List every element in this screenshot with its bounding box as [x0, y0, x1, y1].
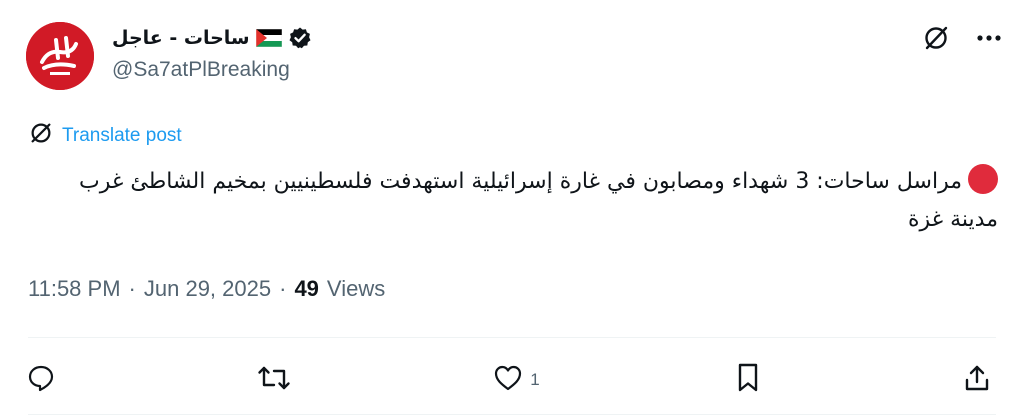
repost-icon	[257, 363, 291, 398]
sahat-logo-icon	[26, 22, 94, 90]
post-time[interactable]: 11:58 PM	[28, 276, 121, 302]
repost-button[interactable]	[257, 363, 297, 398]
author-handle[interactable]: @Sa7atPlBreaking	[112, 58, 290, 82]
translate-post-link[interactable]: Translate post	[28, 120, 182, 152]
post-meta: 11:58 PM · Jun 29, 2025 · 49 Views	[28, 276, 385, 302]
share-button[interactable]	[962, 363, 998, 398]
more-options-icon[interactable]	[976, 34, 1002, 42]
bookmark-icon	[735, 362, 761, 399]
reply-icon	[26, 363, 56, 398]
translate-post-label: Translate post	[62, 125, 182, 146]
like-count: 1	[530, 370, 540, 389]
post-action-bar: 1	[26, 360, 998, 400]
palestine-flag-icon	[255, 28, 282, 48]
post-text: مراسل ساحات: 3 شهداء ومصابون في غارة إسر…	[38, 163, 998, 239]
heart-icon	[492, 363, 524, 398]
grok-icon[interactable]	[922, 24, 950, 52]
author-avatar[interactable]	[26, 22, 94, 90]
verified-badge-icon[interactable]	[288, 26, 312, 50]
reply-button[interactable]	[26, 363, 62, 398]
views-count: 49	[294, 276, 319, 301]
author-display-name[interactable]: ساحات - عاجل	[112, 27, 250, 49]
meta-separator: ·	[128, 276, 136, 301]
post-date[interactable]: Jun 29, 2025	[144, 276, 271, 302]
author-name-row[interactable]: ساحات - عاجل	[112, 26, 312, 50]
post-text-content: مراسل ساحات: 3 شهداء ومصابون في غارة إسر…	[79, 169, 998, 232]
share-icon	[962, 363, 992, 398]
like-button[interactable]: 1	[492, 363, 540, 398]
bookmark-button[interactable]	[735, 362, 767, 399]
divider	[28, 337, 996, 338]
post-top-actions	[922, 24, 1002, 52]
translate-icon	[28, 120, 54, 152]
bottom-divider	[28, 414, 996, 415]
meta-separator-2: ·	[279, 276, 287, 301]
red-circle-emoji	[968, 164, 998, 194]
views-label: Views	[326, 276, 386, 301]
